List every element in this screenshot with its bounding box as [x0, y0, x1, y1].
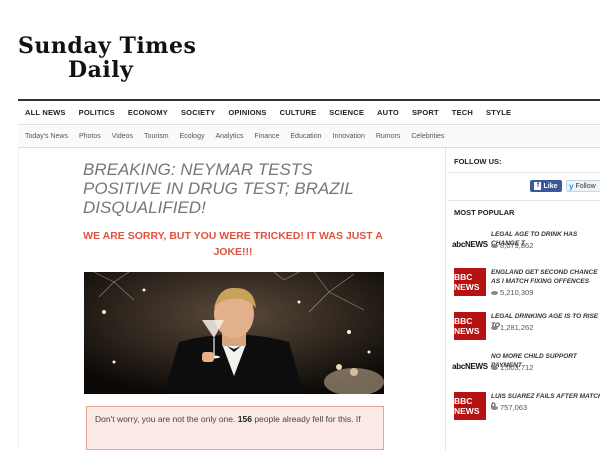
popular-item-title: ENGLAND GET SECOND CHANCE AS I MATCH FIX…	[491, 269, 598, 285]
popular-item-views: 1,003,712	[491, 363, 533, 372]
popular-item[interactable]: BBC NEWS ENGLAND GET SECOND CHANCE AS I …	[454, 268, 600, 298]
eye-icon	[491, 366, 498, 371]
nav-economy[interactable]: ECONOMY	[128, 108, 168, 117]
sub-nav: Today's News Photos Videos Tourism Ecolo…	[18, 126, 600, 148]
subnav-ecology[interactable]: Ecology	[180, 133, 205, 140]
subnav-todays-news[interactable]: Today's News	[25, 133, 68, 140]
logo-line-1: Sunday Times	[18, 33, 197, 59]
popular-item[interactable]: abcNEWS NO MORE CHILD SUPPORT PAYMENT 1,…	[452, 352, 600, 382]
article-headline: BREAKING: NEYMAR TESTS POSITIVE IN DRUG …	[83, 160, 354, 217]
popular-item-views: 1,281,262	[491, 323, 533, 332]
subnav-finance[interactable]: Finance	[254, 133, 279, 140]
notice-box: Don't worry, you are not the only one. 1…	[86, 406, 384, 450]
notice-text-pre: Don't worry, you are not the only one.	[95, 414, 236, 424]
site-logo[interactable]: Sunday Times Daily	[18, 34, 196, 82]
subnav-rumors[interactable]: Rumors	[376, 133, 401, 140]
nav-tech[interactable]: TECH	[452, 108, 473, 117]
toast-photo-illustration	[84, 272, 384, 394]
notice-text-post: people already fell for this. If	[254, 414, 361, 424]
most-popular-heading: MOST POPULAR	[454, 208, 515, 217]
bbc-news-logo: BBC NEWS	[454, 268, 486, 296]
popular-item-views: 5,210,309	[491, 288, 533, 297]
twitter-follow-label: Follow	[575, 182, 596, 190]
divider	[448, 172, 600, 173]
eye-icon	[491, 291, 498, 296]
nav-opinions[interactable]: OPINIONS	[228, 108, 266, 117]
popular-item[interactable]: BBC NEWS LEGAL DRINKING AGE IS TO RISE T…	[454, 312, 600, 342]
popular-item-views: 757,063	[491, 403, 527, 412]
follow-us-heading: FOLLOW US:	[454, 157, 502, 166]
nav-culture[interactable]: CULTURE	[280, 108, 317, 117]
nav-auto[interactable]: AUTO	[377, 108, 399, 117]
facebook-icon: f	[534, 182, 542, 190]
subnav-videos[interactable]: Videos	[112, 133, 133, 140]
nav-science[interactable]: SCIENCE	[329, 108, 364, 117]
subnav-tourism[interactable]: Tourism	[144, 133, 169, 140]
article-photo	[84, 272, 384, 394]
nav-style[interactable]: STYLE	[486, 108, 511, 117]
subnav-analytics[interactable]: Analytics	[215, 133, 243, 140]
twitter-follow-button[interactable]: y Follow	[566, 180, 600, 192]
divider	[448, 200, 600, 201]
twitter-icon: y	[569, 181, 574, 191]
eye-icon	[491, 244, 498, 249]
subnav-photos[interactable]: Photos	[79, 133, 101, 140]
eye-icon	[491, 406, 498, 411]
facebook-like-label: Like	[543, 182, 558, 190]
sidebar: FOLLOW US: f Like y Follow MOST POPULAR …	[448, 148, 600, 450]
notice-count: 156	[237, 414, 252, 424]
abc-news-logo: abcNEWS	[452, 352, 488, 380]
bbc-news-logo: BBC NEWS	[454, 392, 486, 420]
subnav-education[interactable]: Education	[290, 133, 321, 140]
popular-item-views: 8,079,862	[491, 241, 533, 250]
article-main: BREAKING: NEYMAR TESTS POSITIVE IN DRUG …	[18, 148, 446, 450]
popular-item[interactable]: BBC NEWS LUIS SUAREZ FAILS AFTER MATCH D…	[454, 392, 600, 422]
abc-news-logo: abcNEWS	[452, 230, 488, 258]
eye-icon	[491, 326, 498, 331]
logo-line-2: Daily	[68, 57, 134, 83]
popular-item[interactable]: abcNEWS LEGAL AGE TO DRINK HAS CHANGE T …	[452, 230, 600, 260]
facebook-like-button[interactable]: f Like	[530, 180, 562, 192]
main-nav: ALL NEWS POLITICS ECONOMY SOCIETY OPINIO…	[18, 99, 600, 125]
nav-all-news[interactable]: ALL NEWS	[25, 108, 66, 117]
subnav-innovation[interactable]: Innovation	[333, 133, 365, 140]
subnav-celebrities[interactable]: Celebrities	[411, 133, 444, 140]
bbc-news-logo: BBC NEWS	[454, 312, 486, 340]
prank-message: WE ARE SORRY, BUT YOU WERE TRICKED! IT W…	[83, 230, 383, 258]
nav-sport[interactable]: SPORT	[412, 108, 439, 117]
nav-politics[interactable]: POLITICS	[79, 108, 115, 117]
nav-society[interactable]: SOCIETY	[181, 108, 215, 117]
